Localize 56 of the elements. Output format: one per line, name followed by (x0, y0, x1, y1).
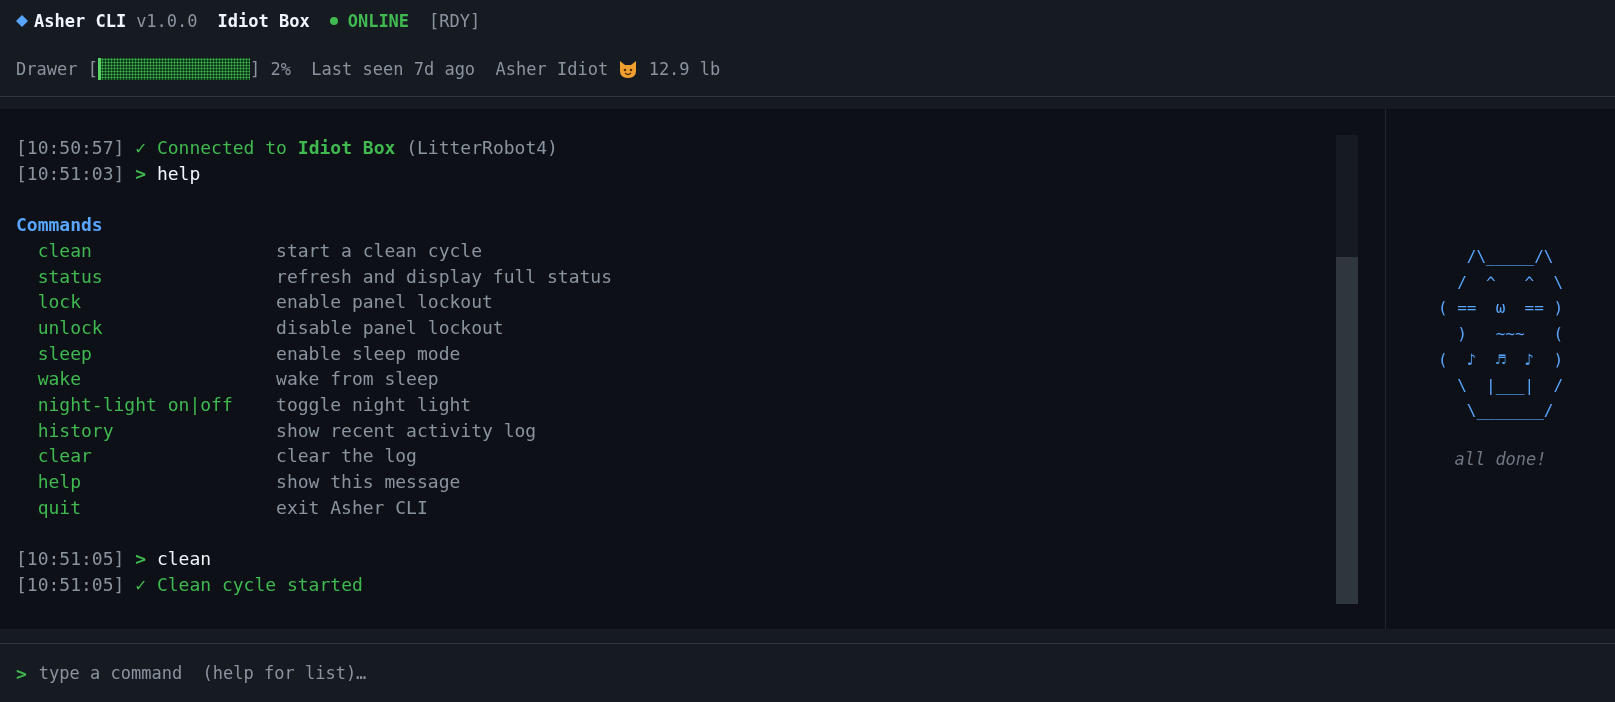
version: v1.0.0 (136, 11, 198, 31)
prompt-symbol: > (16, 662, 27, 684)
command-description: toggle night light (276, 393, 473, 417)
command-description: show recent activity log (276, 418, 538, 443)
log-note: (LitterRobot4) (406, 136, 558, 160)
timestamp: [10:50:57] (16, 136, 125, 160)
diamond-icon (16, 15, 28, 27)
command-description: exit Asher CLI (276, 495, 429, 520)
log-message: Clean cycle started (156, 572, 363, 597)
prompt-symbol: > (135, 161, 147, 186)
check-mark: ✓ (135, 572, 147, 597)
command-name: sleep (37, 341, 93, 366)
status-caption: all done! (1454, 448, 1547, 469)
bracket: ] (249, 59, 261, 79)
command-input[interactable]: type a command (help for list)… (36, 657, 1599, 689)
command-name: clear (37, 444, 93, 469)
timestamp: [10:51:05] (16, 572, 125, 597)
bracket: [ (87, 59, 98, 79)
command-name: wake (37, 367, 83, 392)
timestamp: [10:51:03] (16, 161, 125, 186)
command-name: night-light on|off (37, 393, 234, 417)
drawer-label: Drawer (16, 59, 78, 79)
scrollbar-thumb[interactable] (1336, 256, 1358, 604)
command-description: enable sleep mode (276, 341, 462, 366)
section-heading: Commands (16, 213, 104, 238)
cat-weight: 12.9 lb (648, 59, 721, 79)
app-name: Asher CLI (34, 11, 127, 31)
cat-face-icon (618, 59, 639, 79)
command-echo: clean (156, 547, 212, 572)
command-description: disable panel lockout (276, 315, 505, 340)
command-description: refresh and display full status (276, 264, 614, 289)
command-description: wake from sleep (276, 367, 440, 392)
drawer-percent: 2% (270, 59, 291, 79)
command-name: unlock (37, 315, 104, 340)
ascii-cat-art: /\_____/\ / ^ ^ \ ( == ω == ) ) ~~~ ( ( ♪ ♬ ♪ ) \ |___| / \_______/ (1437, 246, 1564, 423)
log-message: Connected to Idiot Box (156, 136, 396, 160)
command-description: show this message (276, 470, 462, 495)
device-name: Idiot Box (217, 11, 310, 31)
last-seen: Last seen 7d ago (311, 59, 476, 79)
command-name: history (37, 418, 115, 443)
command-description: start a clean cycle (276, 238, 483, 263)
command-name: clean (37, 238, 93, 263)
command-name: quit (37, 495, 83, 520)
state-label: [RDY] (429, 11, 481, 31)
cat-name: Asher Idiot (495, 59, 609, 79)
command-name: status (37, 264, 104, 289)
timestamp: [10:51:05] (16, 547, 125, 572)
command-echo: help (156, 161, 201, 186)
scrollbar-track[interactable] (1336, 135, 1358, 604)
prompt-symbol: > (135, 547, 147, 572)
check-mark: ✓ (135, 136, 147, 160)
command-description: enable panel lockout (276, 290, 494, 315)
command-name: lock (37, 290, 83, 315)
command-name: help (37, 470, 83, 495)
status-label: ONLINE (347, 11, 410, 31)
command-description: clear the log (276, 444, 418, 469)
